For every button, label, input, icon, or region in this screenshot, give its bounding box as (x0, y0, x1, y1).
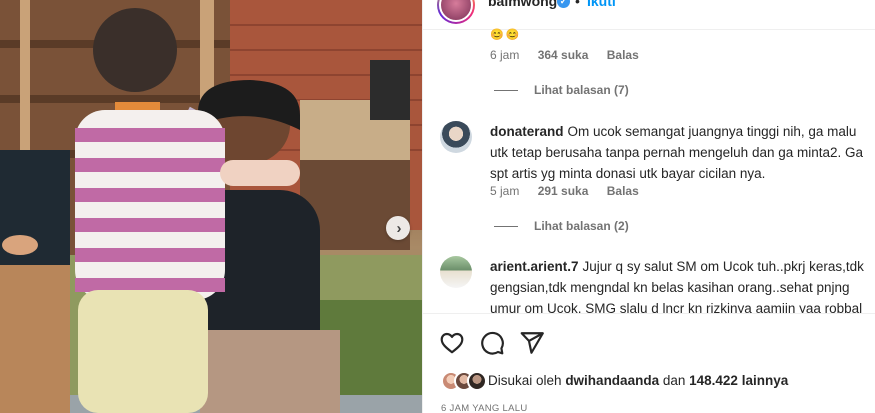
author-avatar[interactable] (437, 0, 475, 24)
comment-likes[interactable]: 364 suka (538, 48, 589, 62)
comment-time[interactable]: 5 jam (490, 184, 519, 198)
liker-username[interactable]: dwihandaanda (565, 373, 659, 388)
likes-connector: dan (662, 373, 686, 388)
commenter-avatar[interactable] (440, 256, 472, 288)
likes-prefix: Disukai oleh (488, 373, 562, 388)
post-header: baimwong ✓ • Ikuti (423, 0, 875, 30)
reply-button[interactable]: Balas (607, 48, 639, 62)
view-replies-button[interactable]: Lihat balasan (7) (494, 83, 629, 97)
comment-emoji: 😊😊 (490, 29, 522, 41)
likes-summary: Disukai oleh dwihandaanda dan 148.422 la… (441, 371, 871, 393)
comment-body: donaterand Om ucok semangat juangnya ting… (490, 121, 875, 184)
commenter-username[interactable]: donaterand (490, 124, 564, 139)
liker-avatars (441, 371, 495, 391)
like-button[interactable] (439, 330, 465, 356)
follow-button[interactable]: Ikuti (587, 0, 616, 9)
next-photo-button[interactable]: › (386, 216, 410, 240)
comment-button[interactable] (479, 330, 505, 356)
post-timestamp[interactable]: 6 jam yang lalu (441, 403, 528, 413)
likes-others[interactable]: 148.422 lainnya (689, 373, 788, 388)
comment-meta: 6 jam 364 suka Balas (490, 48, 654, 62)
likes-text: Disukai oleh dwihandaanda dan 148.422 la… (488, 373, 788, 388)
comment-time[interactable]: 6 jam (490, 48, 519, 62)
post-side-panel: baimwong ✓ • Ikuti 😊😊 6 jam 364 suka Bal… (422, 0, 875, 413)
chevron-right-icon: › (396, 219, 402, 237)
heart-icon (440, 332, 464, 354)
view-replies-label: Lihat balasan (7) (534, 83, 629, 97)
divider-line (494, 226, 518, 228)
commenter-username[interactable]: arient.arient.7 (490, 259, 579, 274)
commenter-avatar[interactable] (440, 121, 472, 153)
liker-avatar (467, 371, 487, 391)
comment-body: arient.arient.7 Jujur q sy salut SM om Uc… (490, 256, 875, 319)
share-button[interactable] (519, 330, 545, 356)
post-photo[interactable]: › (0, 0, 422, 413)
verified-badge-icon: ✓ (557, 0, 570, 8)
share-icon (520, 332, 544, 354)
view-replies-label: Lihat balasan (2) (534, 219, 629, 233)
post-photo-illustration (0, 0, 422, 413)
divider-line (494, 90, 518, 92)
comment-likes[interactable]: 291 suka (538, 184, 589, 198)
comment-meta: 5 jam 291 suka Balas (490, 184, 654, 198)
header-separator: • (575, 0, 580, 9)
view-replies-button[interactable]: Lihat balasan (2) (494, 219, 629, 233)
author-username[interactable]: baimwong (488, 0, 557, 9)
comment-icon (481, 331, 504, 355)
post-actions: Disukai oleh dwihandaanda dan 148.422 la… (423, 313, 875, 413)
reply-button[interactable]: Balas (607, 184, 639, 198)
